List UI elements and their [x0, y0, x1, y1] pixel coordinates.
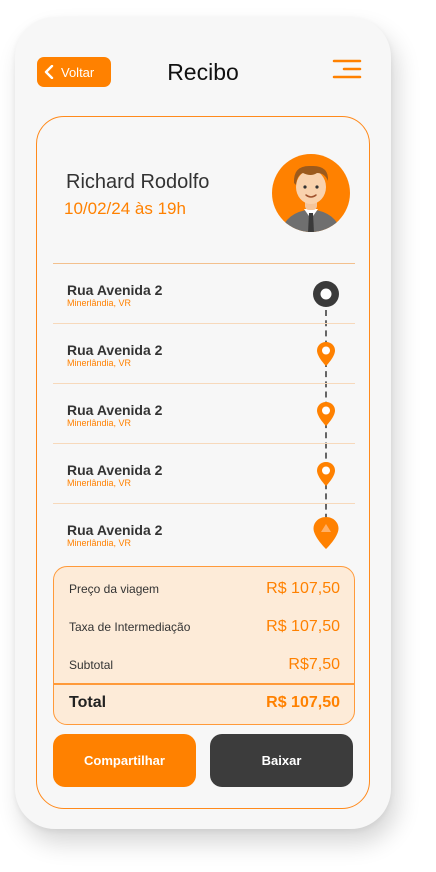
total-label: Total: [69, 694, 107, 711]
total-row: Total R$ 107,50: [54, 693, 354, 713]
pin-icon: [317, 342, 335, 366]
route-stop: Rua Avenida 2 Minerlândia, VR: [53, 324, 355, 384]
stop-street: Rua Avenida 2: [67, 522, 163, 538]
menu-button[interactable]: [330, 58, 362, 82]
receipt-card: Richard Rodolfo 10/02/24 às 19h Rua Aven…: [36, 116, 370, 809]
avatar: [272, 154, 350, 232]
back-button[interactable]: Voltar: [37, 57, 111, 87]
menu-icon: [332, 59, 362, 79]
pin-icon: [317, 402, 335, 426]
download-button[interactable]: Baixar: [210, 734, 353, 787]
fee-row: Taxa de Intermediação R$ 107,50: [54, 617, 354, 637]
stop-city: Minerlândia, VR: [67, 298, 132, 308]
route-stops: Rua Avenida 2 Minerlândia, VR Rua Avenid…: [53, 264, 355, 564]
stop-street: Rua Avenida 2: [67, 342, 163, 358]
destination-pin-icon: [313, 517, 339, 549]
trip-price-label: Preço da viagem: [69, 582, 160, 596]
passenger-name: Richard Rodolfo: [66, 171, 210, 193]
subtotal-label: Subtotal: [69, 658, 114, 672]
stop-city: Minerlândia, VR: [67, 538, 132, 548]
route-stop: Rua Avenida 2 Minerlândia, VR: [53, 444, 355, 504]
pin-icon: [317, 462, 335, 486]
chevron-left-icon: [44, 65, 54, 79]
stop-city: Minerlândia, VR: [67, 358, 132, 368]
route-stop: Rua Avenida 2 Minerlândia, VR: [53, 384, 355, 444]
stop-street: Rua Avenida 2: [67, 402, 163, 418]
route-stop: Rua Avenida 2 Minerlândia, VR: [53, 504, 355, 564]
stop-city: Minerlândia, VR: [67, 418, 132, 428]
fee-label: Taxa de Intermediação: [69, 620, 191, 634]
subtotal-row: Subtotal R$7,50: [54, 655, 354, 675]
divider: [54, 683, 354, 685]
trip-price-row: Preço da viagem R$ 107,50: [54, 579, 354, 599]
stop-street: Rua Avenida 2: [67, 462, 163, 478]
subtotal-value: R$7,50: [288, 656, 340, 673]
payment-summary: Preço da viagem R$ 107,50 Taxa de Interm…: [53, 566, 355, 725]
page-title: Recibo: [167, 59, 239, 85]
stop-city: Minerlândia, VR: [67, 478, 132, 488]
trip-date: 10/02/24 às 19h: [64, 199, 186, 218]
stop-street: Rua Avenida 2: [67, 282, 163, 298]
phone-screen: Voltar Recibo Richard Rodolfo 10/02/24 à…: [15, 17, 391, 829]
trip-price-value: R$ 107,50: [266, 580, 340, 597]
back-button-label: Voltar: [61, 64, 95, 80]
origin-circle-icon: [313, 281, 339, 307]
route-stop: Rua Avenida 2 Minerlândia, VR: [53, 264, 355, 324]
share-button[interactable]: Compartilhar: [53, 734, 196, 787]
total-value: R$ 107,50: [266, 694, 340, 711]
fee-value: R$ 107,50: [266, 618, 340, 635]
